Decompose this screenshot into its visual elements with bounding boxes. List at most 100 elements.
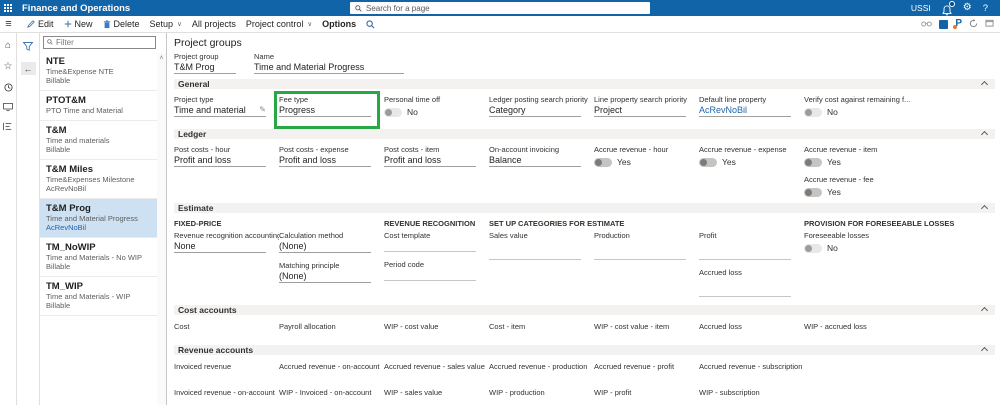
wip-profit-field[interactable]: WIP - profit	[594, 388, 699, 397]
section-header-revenue-accounts[interactable]: Revenue accounts	[174, 345, 995, 355]
list-item[interactable]: T&M Miles Time&Expenses Milestone AcRevN…	[40, 160, 166, 199]
collapse-chevron-icon[interactable]	[980, 130, 989, 138]
project-group-field[interactable]: Project group T&M Prog	[174, 52, 236, 74]
wip-production-field[interactable]: WIP - production	[489, 388, 594, 397]
default-line-property-link[interactable]: AcRevNoBil	[699, 104, 747, 116]
wip-subscription-field[interactable]: WIP - subscription	[699, 388, 804, 397]
calculation-method-field[interactable]: Calculation method (None)	[279, 231, 384, 253]
line-property-priority-field[interactable]: Line property search priority Project	[594, 95, 699, 117]
toggle-off[interactable]	[804, 107, 822, 117]
filter-input[interactable]: Filter	[43, 36, 156, 49]
wip-accrued-loss-field[interactable]: WIP - accrued loss	[804, 322, 1000, 331]
foreseeable-losses-toggle[interactable]: Foreseeable losses No	[804, 231, 1000, 253]
actionbar-search-icon[interactable]	[366, 19, 375, 29]
collapse-chevron-icon[interactable]	[980, 346, 989, 354]
production-field[interactable]: Production	[594, 231, 699, 260]
sales-value-field[interactable]: Sales value	[489, 231, 594, 260]
modules-list-icon[interactable]	[3, 122, 13, 131]
notifications-bell-icon[interactable]	[941, 0, 955, 15]
accrue-revenue-expense-toggle[interactable]: Accrue revenue - expense Yes	[699, 145, 804, 167]
section-header-general[interactable]: General	[174, 79, 995, 89]
toggle-off[interactable]	[384, 107, 402, 117]
accrued-loss-field[interactable]: Accrued loss	[699, 268, 804, 297]
list-item[interactable]: TM_WIP Time and Materials - WIP Billable	[40, 277, 166, 316]
collapse-panel-arrow[interactable]: ←	[20, 62, 36, 75]
filter-funnel-icon[interactable]	[22, 38, 34, 56]
accrued-revenue-production-field[interactable]: Accrued revenue - production	[489, 362, 594, 371]
recent-clock-icon[interactable]	[3, 83, 13, 92]
workspaces-icon[interactable]	[3, 103, 13, 111]
delete-button[interactable]: Delete	[103, 19, 140, 29]
hamburger-menu-icon[interactable]: ≡	[0, 18, 17, 30]
list-scrollbar[interactable]: ∧	[157, 53, 166, 405]
wip-cost-value-item-field[interactable]: WIP - cost value - item	[594, 322, 699, 331]
toggle-on[interactable]	[804, 187, 822, 197]
help-icon[interactable]: ?	[983, 3, 988, 14]
accrued-revenue-on-account-field[interactable]: Accrued revenue - on-account	[279, 362, 384, 371]
matching-principle-field[interactable]: Matching principle (None)	[279, 261, 384, 283]
list-item[interactable]: PTOT&M PTO Time and Material	[40, 91, 166, 121]
accrued-revenue-profit-field[interactable]: Accrued revenue - profit	[594, 362, 699, 371]
list-item[interactable]: TM_NoWIP Time and Materials - No WIP Bil…	[40, 238, 166, 277]
toggle-off[interactable]	[804, 243, 822, 253]
project-control-menu-button[interactable]: Project control ∨	[246, 19, 312, 29]
office-app-icon[interactable]	[939, 19, 949, 29]
accrued-revenue-sales-value-field[interactable]: Accrued revenue - sales value	[384, 362, 489, 371]
collapse-chevron-icon[interactable]	[980, 80, 989, 88]
new-button[interactable]: New	[64, 19, 93, 29]
cost-template-field[interactable]: Cost template	[384, 231, 489, 252]
post-costs-hour-field[interactable]: Post costs - hour Profit and loss	[174, 145, 279, 167]
period-code-field[interactable]: Period code	[384, 260, 489, 281]
wip-invoiced-on-account-field[interactable]: WIP - Invoiced - on-account	[279, 388, 384, 397]
section-header-ledger[interactable]: Ledger	[174, 129, 995, 139]
on-account-invoicing-field[interactable]: On-account invoicing Balance	[489, 145, 594, 167]
page-search-input[interactable]: Search for a page	[350, 2, 650, 14]
setup-menu-button[interactable]: Setup ∨	[150, 19, 182, 29]
power-apps-icon[interactable]: P	[953, 19, 962, 29]
wip-cost-value-field[interactable]: WIP - cost value	[384, 322, 489, 331]
accrue-revenue-hour-toggle[interactable]: Accrue revenue - hour Yes	[594, 145, 699, 167]
toggle-on[interactable]	[594, 157, 612, 167]
accrued-revenue-subscription-field[interactable]: Accrued revenue - subscription	[699, 362, 804, 371]
refresh-icon[interactable]	[969, 18, 978, 30]
default-line-property-field[interactable]: Default line property AcRevNoBil	[699, 95, 804, 117]
list-item[interactable]: T&M Time and materials Billable	[40, 121, 166, 160]
wip-sales-value-field[interactable]: WIP - sales value	[384, 388, 489, 397]
collapse-chevron-icon[interactable]	[980, 306, 989, 314]
post-costs-item-field[interactable]: Post costs - item Profit and loss	[384, 145, 489, 167]
profit-field[interactable]: Profit	[699, 231, 804, 260]
project-type-field[interactable]: Project type Time and material ✎	[174, 95, 279, 117]
accrue-revenue-item-toggle[interactable]: Accrue revenue - item Yes	[804, 145, 1000, 167]
popout-window-icon[interactable]	[985, 19, 994, 29]
edit-button[interactable]: Edit	[27, 19, 54, 29]
section-header-estimate[interactable]: Estimate	[174, 203, 995, 213]
list-item-selected[interactable]: T&M Prog Time and Material Progress AcRe…	[40, 199, 166, 238]
home-icon[interactable]: ⌂	[5, 41, 11, 51]
fee-type-field[interactable]: Fee type Progress	[274, 91, 384, 129]
toggle-on[interactable]	[804, 157, 822, 167]
ledger-posting-priority-field[interactable]: Ledger posting search priority Category	[489, 95, 594, 117]
name-field[interactable]: Name Time and Material Progress	[254, 52, 404, 74]
app-launcher-icon[interactable]	[0, 0, 16, 16]
accrue-revenue-fee-toggle[interactable]: Accrue revenue - fee Yes	[804, 175, 1000, 197]
accrued-loss-field[interactable]: Accrued loss	[699, 322, 804, 331]
verify-cost-toggle[interactable]: Verify cost against remaining f... No	[804, 95, 1000, 117]
all-projects-button[interactable]: All projects	[192, 19, 236, 29]
toggle-on[interactable]	[699, 157, 717, 167]
settings-gear-icon[interactable]: ⚙	[963, 3, 972, 13]
list-item[interactable]: NTE Time&Expense NTE Billable	[40, 52, 166, 91]
revenue-recognition-accounting-field[interactable]: Revenue recognition accounting... None	[174, 231, 279, 253]
payroll-allocation-field[interactable]: Payroll allocation	[279, 322, 384, 331]
eyeglasses-icon[interactable]	[921, 19, 933, 29]
company-selector[interactable]: USSI	[911, 3, 931, 13]
options-button[interactable]: Options	[322, 19, 356, 29]
personal-time-off-toggle[interactable]: Personal time off No	[384, 95, 489, 117]
section-header-cost-accounts[interactable]: Cost accounts	[174, 305, 995, 315]
cost-field[interactable]: Cost	[174, 322, 279, 331]
favorites-star-icon[interactable]: ☆	[4, 62, 13, 72]
cost-item-field[interactable]: Cost - item	[489, 322, 594, 331]
collapse-chevron-icon[interactable]	[980, 204, 989, 212]
invoiced-revenue-on-account-field[interactable]: Invoiced revenue - on-account	[174, 388, 279, 397]
invoiced-revenue-field[interactable]: Invoiced revenue	[174, 362, 279, 371]
post-costs-expense-field[interactable]: Post costs - expense Profit and loss	[279, 145, 384, 167]
